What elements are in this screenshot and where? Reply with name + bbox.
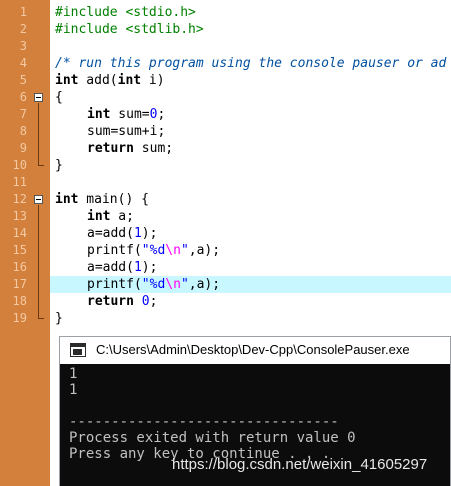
string-literal: "%d [141, 277, 166, 292]
keyword: int [87, 107, 111, 122]
keyword: int [87, 209, 111, 224]
code-text: ); [141, 226, 158, 241]
code-text: ,a); [188, 243, 221, 258]
number-literal: 1 [133, 226, 142, 241]
code-text: printf( [87, 243, 142, 258]
line-number: 13 [12, 209, 27, 223]
watermark-text: https://blog.csdn.net/weixin_41605297 [172, 456, 428, 473]
code-text: } [55, 311, 63, 326]
line-number: 8 [19, 124, 27, 138]
code-text: a=add( [87, 260, 134, 275]
line-number: 15 [12, 243, 27, 257]
code-text: main() { [78, 192, 149, 207]
code-line: printf("%d\n",a); [87, 276, 220, 293]
number-literal: 0 [141, 294, 150, 309]
code-line: } [55, 310, 63, 327]
line-number: 5 [19, 73, 27, 87]
keyword: int [55, 73, 79, 88]
line-number: 9 [19, 141, 27, 155]
line-number: 19 [12, 311, 27, 325]
code-line: a=add(1); [87, 259, 157, 276]
code-text: ,a); [188, 277, 221, 292]
escape-sequence: \n [165, 277, 181, 292]
code-text: ); [141, 260, 158, 275]
code-text: ; [149, 294, 158, 309]
line-number: 18 [12, 294, 27, 308]
console-output-line: 1 [69, 382, 78, 398]
fold-collapse-icon[interactable] [34, 93, 43, 102]
console-title-bar[interactable]: C:\Users\Admin\Desktop\Dev-Cpp\ConsolePa… [60, 337, 450, 363]
line-number: 16 [12, 260, 27, 274]
line-number: 7 [19, 107, 27, 121]
code-line: int sum=0; [87, 106, 165, 123]
fold-end-mark [38, 165, 44, 166]
code-text: printf( [87, 277, 142, 292]
code-comment: /* run this program using the console pa… [55, 56, 447, 71]
line-number: 2 [19, 22, 27, 36]
line-number: 3 [19, 39, 27, 53]
code-text: add( [78, 73, 118, 88]
code-line: int add(int i) [55, 72, 165, 89]
fold-collapse-icon[interactable] [34, 195, 43, 204]
string-literal: "%d [141, 243, 166, 258]
console-output-line: Process exited with return value 0 [69, 430, 356, 446]
line-number: 11 [12, 175, 27, 189]
line-number: 10 [12, 158, 27, 172]
fold-guide-line [38, 205, 39, 318]
code-line: return 0; [87, 293, 157, 310]
preprocessor-directive: #include <stdio.h> [55, 5, 196, 20]
keyword: int [117, 73, 142, 88]
console-app-icon [70, 343, 86, 357]
line-number-gutter[interactable]: 1 2 3 4 5 6 7 8 9 10 11 12 13 14 15 16 1… [0, 0, 30, 486]
code-line: int main() { [55, 191, 149, 208]
code-text: sum; [133, 141, 174, 156]
number-literal: 1 [133, 260, 142, 275]
keyword: int [55, 192, 79, 207]
string-literal: " [180, 277, 189, 292]
console-output-line: 1 [69, 366, 78, 382]
line-number: 12 [12, 192, 27, 206]
fold-margin [30, 0, 50, 486]
keyword: return [87, 141, 134, 156]
string-literal: " [180, 243, 189, 258]
code-text: sum=sum+i; [87, 124, 166, 139]
console-output-line: -------------------------------- [69, 414, 339, 430]
code-line: sum=sum+i; [87, 123, 165, 140]
preprocessor-directive: #include <stdlib.h> [55, 22, 204, 37]
line-number: 4 [19, 56, 27, 70]
code-text: { [55, 90, 63, 105]
code-line: { [55, 89, 63, 106]
line-number: 17 [12, 277, 27, 291]
code-line: /* run this program using the console pa… [55, 55, 446, 72]
console-window-title: C:\Users\Admin\Desktop\Dev-Cpp\ConsolePa… [96, 342, 410, 357]
fold-guide-line [38, 103, 39, 165]
fold-end-mark [38, 318, 44, 319]
code-text: i) [141, 73, 165, 88]
code-line: return sum; [87, 140, 173, 157]
code-line: printf("%d\n",a); [87, 242, 220, 259]
code-line: } [55, 157, 63, 174]
line-number: 1 [19, 5, 27, 19]
keyword: return [87, 294, 134, 309]
code-text: } [55, 158, 63, 173]
code-text: sum= [110, 107, 150, 122]
code-line: int a; [87, 208, 134, 225]
escape-sequence: \n [165, 243, 181, 258]
line-number: 6 [19, 90, 27, 104]
code-text: ; [157, 107, 166, 122]
code-line: a=add(1); [87, 225, 157, 242]
code-text: a=add( [87, 226, 134, 241]
code-text: a; [110, 209, 134, 224]
code-line: #include <stdio.h> [55, 4, 196, 21]
line-number: 14 [12, 226, 27, 240]
code-line: #include <stdlib.h> [55, 21, 204, 38]
